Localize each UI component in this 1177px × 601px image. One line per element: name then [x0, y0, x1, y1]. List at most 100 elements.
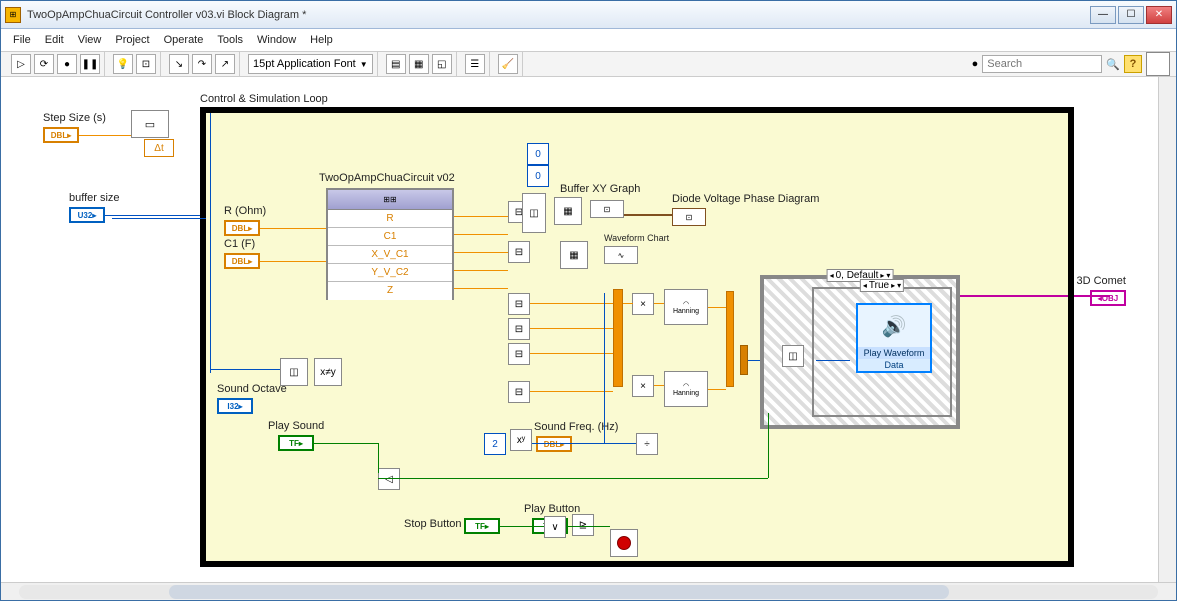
merge-bundle-2[interactable]	[726, 291, 734, 387]
diagram-canvas[interactable]: Step Size (s) DBL▸ buffer size U32▸ Cont…	[1, 77, 1176, 582]
collector-b-node[interactable]: ⊟	[508, 318, 530, 340]
c1-terminal[interactable]: DBL▸	[224, 253, 260, 269]
play-sound-terminal[interactable]: TF▸	[278, 435, 314, 451]
sound-freq-terminal[interactable]: DBL▸	[536, 436, 572, 452]
collector-a-node[interactable]: ⊟	[508, 293, 530, 315]
menu-operate[interactable]: Operate	[164, 34, 204, 46]
titlebar[interactable]: ⊞ TwoOpAmpChuaCircuit Controller v03.vi …	[1, 1, 1176, 29]
waveform-chart-indicator[interactable]: ∿	[604, 246, 638, 264]
horizontal-scrollbar[interactable]	[1, 582, 1176, 600]
cleanup-button[interactable]: 🧹	[498, 54, 518, 74]
comet-terminal[interactable]: ◂OBJ	[1090, 290, 1126, 306]
abort-button[interactable]: ●	[57, 54, 77, 74]
buffer-size-terminal[interactable]: U32▸	[69, 207, 105, 223]
bundle-xy-node[interactable]: ◫	[522, 193, 546, 233]
inner-case-selector[interactable]: ◂ True ▸ ▾	[860, 279, 904, 292]
const-two[interactable]: 2	[484, 433, 506, 455]
hanning-a-node[interactable]: ◠Hanning	[664, 289, 708, 325]
power-node[interactable]: xʸ	[510, 429, 532, 451]
vi-icon[interactable]	[1146, 52, 1170, 76]
run-cont-button[interactable]: ⟳	[34, 54, 54, 74]
step-over-button[interactable]: ↷	[192, 54, 212, 74]
help-button[interactable]: ?	[1124, 55, 1142, 73]
search-input[interactable]	[982, 55, 1102, 73]
menu-file[interactable]: File	[13, 34, 31, 46]
vertical-scrollbar[interactable]	[1158, 77, 1176, 582]
loop-title: Control & Simulation Loop	[200, 93, 328, 105]
multiply-b-node[interactable]: ×	[632, 375, 654, 397]
wire	[604, 293, 605, 443]
step-size-terminal[interactable]: DBL▸	[43, 127, 79, 143]
inner-next-icon[interactable]: ▸	[891, 281, 895, 290]
buffer-xy-label: Buffer XY Graph	[560, 183, 640, 195]
step-out-button[interactable]: ↗	[215, 54, 235, 74]
play-sound-label: Play Sound	[268, 420, 324, 432]
font-selector[interactable]: 15pt Application Font▼	[248, 54, 373, 74]
const-zero-b[interactable]: 0	[527, 165, 549, 187]
case-prev-icon[interactable]: ◂	[830, 271, 834, 280]
step-into-button[interactable]: ↘	[169, 54, 189, 74]
inner-case-structure[interactable]: ◂ True ▸ ▾ 🔊 Play Waveform Data	[812, 287, 952, 417]
menu-window[interactable]: Window	[257, 34, 296, 46]
maximize-button[interactable]: ☐	[1118, 6, 1144, 24]
pause-button[interactable]: ❚❚	[80, 54, 100, 74]
search-box: ● 🔍 ?	[972, 52, 1170, 76]
feedback-node[interactable]: ◁	[378, 468, 400, 490]
wire	[532, 443, 604, 444]
const-zero-a[interactable]: 0	[527, 143, 549, 165]
wire	[960, 295, 1068, 297]
subvi-icon: ⊞⊞	[328, 190, 452, 210]
scroll-thumb[interactable]	[169, 585, 949, 599]
wire	[624, 214, 672, 216]
hanning-b-node[interactable]: ◠Hanning	[664, 371, 708, 407]
retain-wire-button[interactable]: ⊡	[136, 54, 156, 74]
menu-edit[interactable]: Edit	[45, 34, 64, 46]
resize-button[interactable]: ◱	[432, 54, 452, 74]
sound-octave-terminal[interactable]: I32▸	[217, 398, 253, 414]
search-go-icon[interactable]: 🔍	[1106, 58, 1120, 71]
sim-input-node[interactable]: ▭	[131, 110, 169, 138]
run-button[interactable]: ▷	[11, 54, 31, 74]
inner-prev-icon[interactable]: ◂	[863, 281, 867, 290]
merge-signals-node[interactable]: ▦	[560, 241, 588, 269]
reorder-button[interactable]: ☰	[465, 54, 485, 74]
control-sim-loop[interactable]: R (Ohm) DBL▸ C1 (F) DBL▸ Sound Octave I3…	[200, 107, 1074, 567]
build-xy-node[interactable]: ▦	[554, 197, 582, 225]
align-button[interactable]: ▤	[386, 54, 406, 74]
chua-subvi[interactable]: ⊞⊞ R C1 X_V_C1 Y_V_C2 Z	[326, 188, 454, 300]
waveform-chart-label: Waveform Chart	[604, 233, 669, 243]
app-icon: ⊞	[5, 7, 21, 23]
or-node[interactable]: ∨	[544, 516, 566, 538]
scroll-track[interactable]	[19, 585, 1158, 599]
minimize-button[interactable]: —	[1090, 6, 1116, 24]
case-build-node[interactable]: ◫	[782, 345, 804, 367]
play-waveform-node[interactable]: 🔊 Play Waveform Data	[856, 303, 932, 373]
divide-node[interactable]: ÷	[636, 433, 658, 455]
implies-node[interactable]: ⊵	[572, 514, 594, 536]
collector-d-node[interactable]: ⊟	[508, 381, 530, 403]
menu-project[interactable]: Project	[115, 34, 149, 46]
collector-c-node[interactable]: ⊟	[508, 343, 530, 365]
distribute-button[interactable]: ▦	[409, 54, 429, 74]
diode-indicator[interactable]: ⊡	[672, 208, 706, 226]
menu-help[interactable]: Help	[310, 34, 333, 46]
r-terminal[interactable]: DBL▸	[224, 220, 260, 236]
comet-label: 3D Comet	[1076, 275, 1126, 287]
highlight-exec-button[interactable]: 💡	[113, 54, 133, 74]
menu-tools[interactable]: Tools	[217, 34, 243, 46]
stop-button-terminal[interactable]: TF▸	[464, 518, 500, 534]
close-button[interactable]: ✕	[1146, 6, 1172, 24]
menu-view[interactable]: View	[78, 34, 102, 46]
not-equal-node[interactable]: x≠y	[314, 358, 342, 386]
xy-graph-indicator[interactable]: ⊡	[590, 200, 624, 218]
bundle-node[interactable]: ◫	[280, 358, 308, 386]
inner-dd-icon[interactable]: ▾	[897, 281, 901, 290]
loop-stop-terminal[interactable]	[610, 529, 638, 557]
multiply-a-node[interactable]: ×	[632, 293, 654, 315]
build-array-node[interactable]: ⊟	[508, 241, 530, 263]
dt-node[interactable]: Δt	[144, 139, 174, 157]
build-array-2[interactable]	[740, 345, 748, 375]
outer-case-structure[interactable]: ◂ 0, Default ▸ ▾ ◂ True ▸ ▾ 🔊	[760, 275, 960, 429]
wire	[454, 288, 508, 289]
merge-bundle[interactable]	[613, 289, 623, 387]
